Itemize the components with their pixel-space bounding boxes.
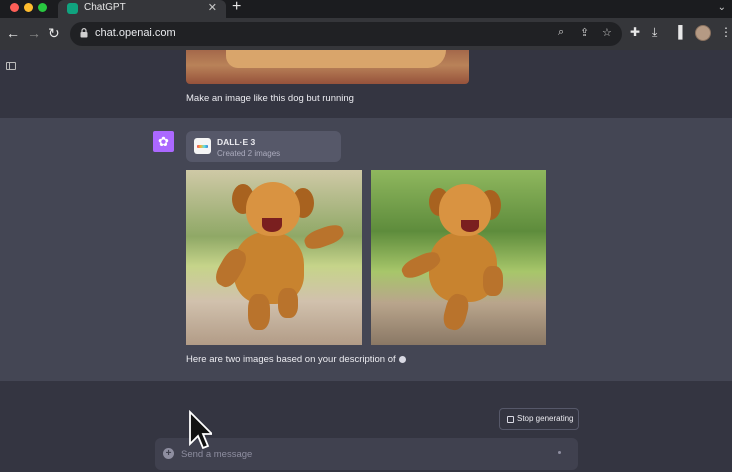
stop-square-icon bbox=[507, 416, 514, 423]
browser-toolbar: ← → ↻ chat.openai.com ⌕ ⇪ ☆ ✚ ⤓ ▐ ⋮ bbox=[0, 18, 732, 50]
sidebar-toggle-icon[interactable] bbox=[6, 62, 16, 70]
address-bar[interactable]: chat.openai.com ⌕ ⇪ ☆ bbox=[70, 22, 622, 46]
zoom-icon[interactable]: ⌕ bbox=[558, 26, 564, 39]
generated-image-1[interactable] bbox=[186, 170, 362, 345]
minimize-window-button[interactable] bbox=[24, 3, 33, 12]
stop-generating-label: Stop generating bbox=[517, 414, 574, 423]
share-icon[interactable]: ⇪ bbox=[580, 26, 589, 39]
tab-close-icon[interactable]: ✕ bbox=[208, 1, 217, 14]
openai-favicon-icon bbox=[67, 3, 78, 14]
url-text[interactable]: chat.openai.com bbox=[95, 27, 176, 39]
assistant-text-content: Here are two images based on your descri… bbox=[186, 354, 396, 365]
sidebar-icon[interactable]: ▐ bbox=[674, 25, 683, 39]
tab-chatgpt[interactable]: ChatGPT ✕ bbox=[58, 0, 226, 18]
assistant-streaming-text: Here are two images based on your descri… bbox=[186, 354, 406, 365]
close-window-button[interactable] bbox=[10, 3, 19, 12]
message-composer: + bbox=[155, 438, 578, 470]
uploaded-dog-image bbox=[186, 50, 469, 84]
streaming-cursor-icon bbox=[398, 356, 406, 363]
tool-card-title: DALL·E 3 bbox=[217, 137, 256, 147]
message-input[interactable] bbox=[179, 446, 539, 462]
menu-icon[interactable]: ⋮ bbox=[720, 25, 732, 39]
new-tab-button[interactable]: + bbox=[232, 0, 241, 16]
chatgpt-logo-icon: ✿ bbox=[153, 131, 174, 152]
extensions-icon[interactable]: ✚ bbox=[630, 25, 640, 39]
forward-icon[interactable]: → bbox=[27, 25, 41, 41]
download-icon[interactable]: ⤓ bbox=[652, 25, 657, 40]
attach-plus-icon[interactable]: + bbox=[163, 448, 174, 459]
lock-icon bbox=[80, 28, 88, 38]
tab-search-chevron-icon[interactable]: ⌄ bbox=[718, 2, 726, 13]
tab-title: ChatGPT bbox=[84, 2, 126, 13]
maximize-window-button[interactable] bbox=[38, 3, 47, 12]
stop-generating-button[interactable]: Stop generating bbox=[499, 408, 579, 430]
user-message: Make an image like this dog but running bbox=[186, 93, 354, 104]
send-icon[interactable] bbox=[558, 451, 561, 454]
generated-image-2[interactable] bbox=[371, 170, 546, 345]
dalle-icon bbox=[194, 138, 211, 154]
back-icon[interactable]: ← bbox=[6, 25, 20, 41]
assistant-message-block bbox=[0, 118, 732, 381]
star-icon[interactable]: ☆ bbox=[602, 26, 612, 39]
reload-icon[interactable]: ↻ bbox=[48, 25, 60, 41]
tool-card-subtitle: Created 2 images bbox=[217, 149, 281, 158]
profile-avatar[interactable] bbox=[695, 25, 711, 41]
browser-tab-bar: ChatGPT ✕ + ⌄ bbox=[0, 0, 732, 18]
dalle-tool-card[interactable]: DALL·E 3 Created 2 images bbox=[186, 131, 341, 162]
mouse-cursor-icon bbox=[189, 410, 212, 450]
